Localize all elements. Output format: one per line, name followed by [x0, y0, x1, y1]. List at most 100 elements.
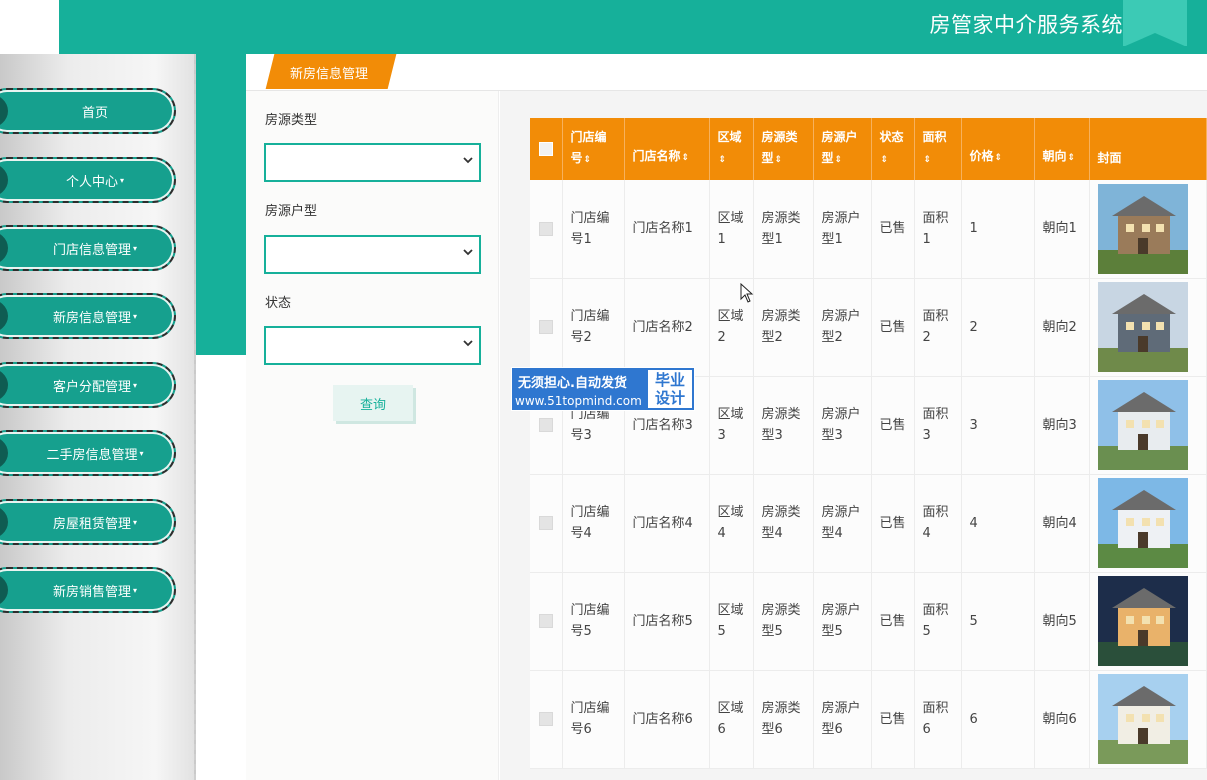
cell-store-no: 门店编号5 [562, 572, 625, 671]
cell-layout: 房源户型5 [813, 572, 872, 671]
cell-price: 6 [961, 670, 1035, 769]
house-cover-image[interactable] [1097, 576, 1188, 666]
sidebar-item-second-hand[interactable]: 二手房信息管理 ▾ [0, 430, 176, 476]
menu-dot-icon [0, 505, 8, 539]
status-select[interactable] [264, 326, 481, 365]
cell-area: 区域6 [709, 670, 754, 769]
cell-price: 2 [961, 278, 1035, 377]
cell-size: 面积2 [914, 278, 962, 377]
col-area[interactable]: 区域 ⇕ [709, 118, 754, 180]
cell-price: 4 [961, 474, 1035, 573]
cell-orientation: 朝向3 [1034, 376, 1090, 475]
col-store-no[interactable]: 门店编号⇕ [562, 118, 625, 180]
menu-dot-icon [0, 94, 8, 128]
menu-dot-icon [0, 163, 8, 197]
house-cover-image[interactable] [1097, 282, 1188, 372]
row-checkbox[interactable] [538, 516, 553, 530]
row-checkbox[interactable] [538, 221, 553, 236]
col-price[interactable]: 价格⇕ [961, 118, 1035, 180]
col-orientation[interactable]: 朝向⇕ [1034, 118, 1090, 180]
chevron-down-icon [463, 157, 473, 164]
type-select[interactable] [264, 143, 481, 182]
col-layout[interactable]: 房源户型⇕ [813, 118, 872, 180]
cell-type: 房源类型1 [753, 180, 814, 279]
cell-type: 房源类型5 [753, 572, 814, 671]
sort-icon: ⇕ [774, 155, 783, 165]
cell-price: 1 [961, 180, 1035, 279]
type-filter-label: 房源类型 [265, 113, 318, 128]
house-cover-image[interactable] [1097, 674, 1188, 764]
sidebar-item-rental[interactable]: 房屋租赁管理 ▾ [0, 499, 176, 545]
watermark-line1: 无须担心.自动发货 [518, 376, 627, 391]
cell-store-no: 门店编号2 [562, 278, 625, 377]
table-row[interactable]: 门店编号1 门店名称1 区域1 房源类型1 房源户型1 已售 面积1 1 朝向1 [530, 180, 1207, 279]
sidebar-item-label: 新房信息管理 [52, 310, 131, 326]
sort-icon: ⇕ [923, 155, 932, 165]
table-row[interactable]: 门店编号6 门店名称6 区域6 房源类型6 房源户型6 已售 面积6 6 朝向6 [530, 670, 1207, 769]
sort-icon: ⇕ [718, 155, 727, 165]
layout-select[interactable] [264, 235, 481, 274]
row-checkbox[interactable] [538, 614, 553, 628]
col-label: 价格 [969, 149, 994, 163]
tab-bar: 新房信息管理 [246, 54, 1207, 91]
watermark-text: 无须担心.自动发货 www.51topmind.com [512, 368, 648, 410]
cell-store-no: 门店编号1 [562, 180, 625, 279]
cell-orientation: 朝向5 [1034, 572, 1090, 671]
watermark-badge: 毕业 设计 [648, 370, 692, 408]
cell-type: 房源类型3 [753, 376, 814, 475]
sidebar-item-label: 新房销售管理 [52, 584, 131, 600]
row-select-cell [530, 474, 563, 573]
house-table: 门店编号⇕ 门店名称⇕ 区域⇕ 房源类型⇕ 房源户型⇕ 状态⇕ 面积⇕ 价格⇕ … [530, 118, 1207, 769]
select-all-checkbox[interactable] [538, 142, 553, 156]
bookmark-ribbon-icon [1123, 0, 1187, 47]
cell-price: 5 [961, 572, 1035, 671]
caret-down-icon: ▾ [139, 448, 144, 458]
col-store-name[interactable]: 门店名称⇕ [624, 118, 710, 180]
mouse-cursor-icon [740, 283, 754, 303]
watermark-badge-line1: 毕业 [654, 371, 685, 389]
sidebar-item-new-house-info[interactable]: 新房信息管理 ▾ [0, 293, 176, 339]
cell-status: 已售 [871, 278, 915, 377]
cell-cover [1089, 572, 1207, 671]
col-size[interactable]: 面积 ⇕ [914, 118, 962, 180]
decorative-teal-block [196, 54, 246, 355]
col-cover: 封面 [1089, 118, 1207, 180]
cell-status: 已售 [871, 572, 915, 671]
house-cover-image[interactable] [1097, 478, 1188, 568]
sidebar-item-personal-center[interactable]: 个人中心 ▾ [0, 157, 176, 203]
row-select-cell [530, 670, 563, 769]
cell-status: 已售 [871, 670, 915, 769]
table-row[interactable]: 门店编号2 门店名称2 区域2 房源类型2 房源户型2 已售 面积2 2 朝向2 [530, 278, 1207, 377]
house-cover-image[interactable] [1097, 380, 1188, 470]
col-status[interactable]: 状态 ⇕ [871, 118, 915, 180]
cell-cover [1089, 670, 1207, 769]
caret-down-icon: ▾ [133, 311, 138, 321]
select-all-cell [530, 118, 563, 180]
sidebar-item-label: 二手房信息管理 [46, 447, 138, 463]
cell-store-name: 门店名称5 [624, 572, 710, 671]
cell-store-name: 门店名称2 [624, 278, 710, 377]
sidebar-item-label: 门店信息管理 [52, 242, 131, 258]
col-label: 状态 [879, 130, 904, 144]
sidebar-item-new-house-sales[interactable]: 新房销售管理 ▾ [0, 567, 176, 613]
sidebar-item-label: 个人中心 [65, 174, 118, 190]
col-label: 区域 [717, 130, 742, 144]
house-cover-image[interactable] [1097, 183, 1188, 274]
row-checkbox[interactable] [538, 320, 553, 334]
sidebar-item-home[interactable]: 首页 [0, 88, 176, 134]
table-row[interactable]: 门店编号4 门店名称4 区域4 房源类型4 房源户型4 已售 面积4 4 朝向4 [530, 474, 1207, 573]
cell-type: 房源类型6 [753, 670, 814, 769]
cell-size: 面积6 [914, 670, 962, 769]
cell-orientation: 朝向4 [1034, 474, 1090, 573]
row-checkbox[interactable] [538, 418, 553, 432]
table-row[interactable]: 门店编号5 门店名称5 区域5 房源类型5 房源户型5 已售 面积5 5 朝向5 [530, 572, 1207, 671]
sidebar-item-customer-assignment[interactable]: 客户分配管理 ▾ [0, 362, 176, 408]
sidebar-item-store-info[interactable]: 门店信息管理 ▾ [0, 225, 176, 271]
row-checkbox[interactable] [538, 712, 553, 726]
col-type[interactable]: 房源类型⇕ [753, 118, 814, 180]
query-button[interactable]: 查询 [333, 385, 413, 421]
app-header: 房管家中介服务系统 [59, 0, 1207, 54]
cell-layout: 房源户型4 [813, 474, 872, 573]
filter-panel: 房源类型 房源户型 状态 查询 [246, 91, 499, 780]
cell-type: 房源类型4 [753, 474, 814, 573]
